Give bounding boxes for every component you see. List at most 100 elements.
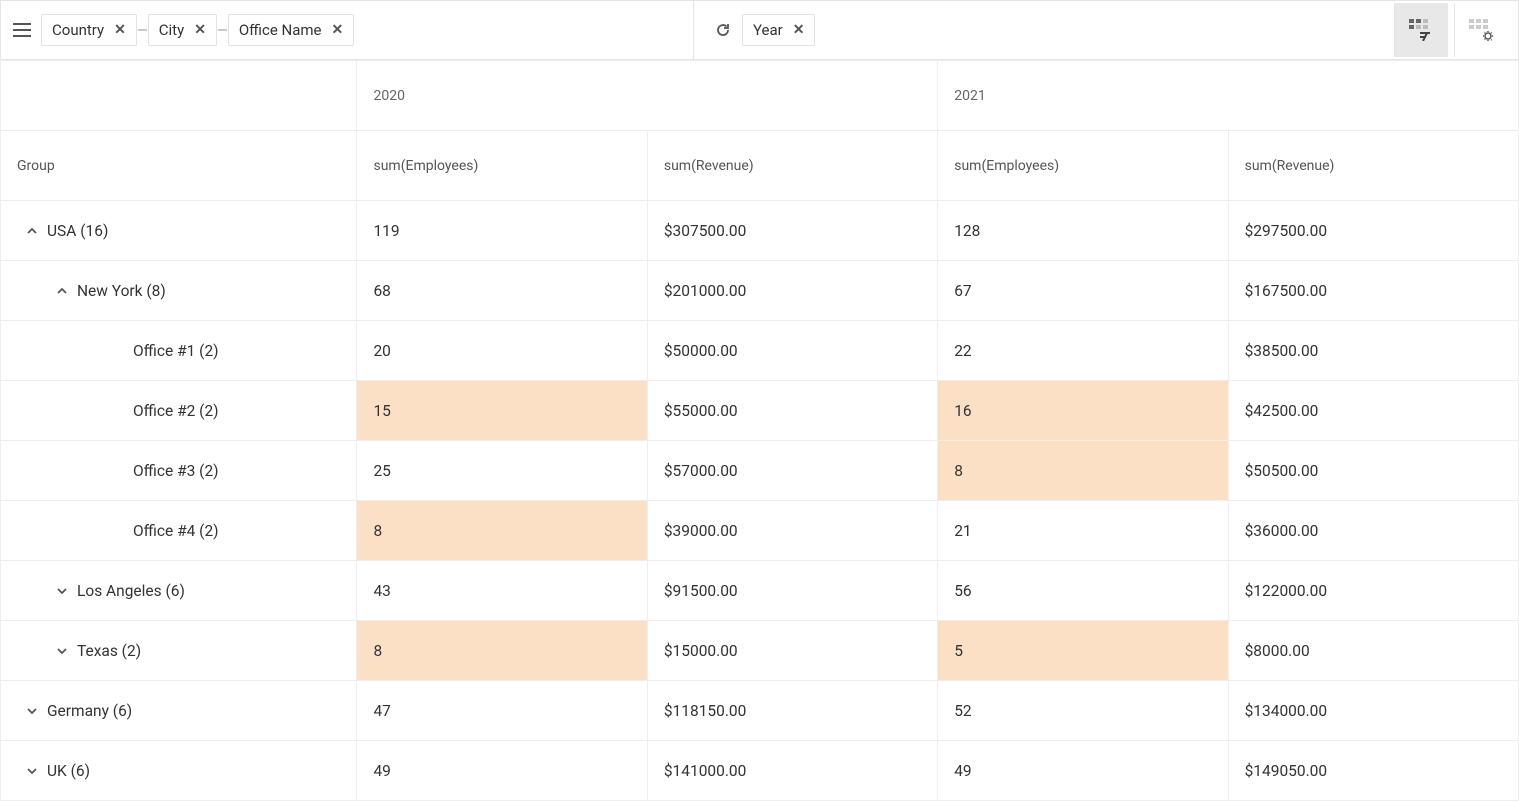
chevron-down-icon[interactable]	[25, 704, 39, 718]
row-dim-chip[interactable]: City ✕	[148, 14, 217, 46]
value-cell: 43	[357, 561, 647, 621]
row-dim-chip[interactable]: Office Name ✕	[228, 14, 354, 46]
metric-header-emp-2021[interactable]: sum(Employees)	[938, 131, 1228, 201]
chevron-down-icon[interactable]	[25, 764, 39, 778]
table-row: Office #3 (2) 25$57000.008$50500.00	[1, 441, 1519, 501]
table-row: Office #2 (2) 15$55000.0016$42500.00	[1, 381, 1519, 441]
group-cell[interactable]: Germany (6)	[1, 681, 357, 741]
value-cell: $149050.00	[1228, 741, 1518, 801]
group-cell: Office #3 (2)	[1, 441, 357, 501]
filter-grid-button[interactable]	[1394, 3, 1448, 57]
col-dimensions-area: Year ✕	[693, 1, 1394, 59]
pivot-toolbar: Country ✕ — City ✕ — Office Name ✕ Year ✕	[0, 0, 1519, 60]
refresh-icon[interactable]	[712, 19, 734, 41]
value-cell: $201000.00	[647, 261, 937, 321]
table-row: USA (16) 119$307500.00128$297500.00	[1, 201, 1519, 261]
value-cell: 49	[938, 741, 1228, 801]
metric-header-rev-2021[interactable]: sum(Revenue)	[1228, 131, 1518, 201]
chip-label: City	[159, 21, 184, 39]
group-label: Office #1 (2)	[133, 342, 219, 360]
close-icon[interactable]: ✕	[194, 22, 206, 38]
year-header-row: 2020 2021	[1, 61, 1519, 131]
table-row: New York (8)68$201000.0067$167500.00	[1, 261, 1519, 321]
close-icon[interactable]: ✕	[114, 22, 126, 38]
group-cell[interactable]: UK (6)	[1, 741, 357, 801]
value-cell: 25	[357, 441, 647, 501]
group-label: Germany (6)	[47, 702, 132, 720]
chip-separator: —	[217, 23, 228, 39]
settings-grid-button[interactable]	[1454, 3, 1508, 57]
value-cell: $50000.00	[647, 321, 937, 381]
value-cell: $297500.00	[1228, 201, 1518, 261]
value-cell: $134000.00	[1228, 681, 1518, 741]
value-cell: 67	[938, 261, 1228, 321]
pivot-table: 2020 2021 Group sum(Employees) sum(Reven…	[0, 60, 1519, 801]
group-label: Los Angeles (6)	[77, 582, 185, 600]
group-label: Office #4 (2)	[133, 522, 219, 540]
value-cell: $50500.00	[1228, 441, 1518, 501]
value-cell: 128	[938, 201, 1228, 261]
group-cell: Office #1 (2)	[1, 321, 357, 381]
value-cell: 22	[938, 321, 1228, 381]
value-cell: $42500.00	[1228, 381, 1518, 441]
value-cell: 56	[938, 561, 1228, 621]
value-cell: $141000.00	[647, 741, 937, 801]
chevron-up-icon[interactable]	[25, 224, 39, 238]
value-cell: 5	[938, 621, 1228, 681]
chip-separator: —	[137, 23, 148, 39]
col-dim-chip[interactable]: Year ✕	[742, 14, 815, 46]
chevron-down-icon[interactable]	[55, 584, 69, 598]
value-cell: 68	[357, 261, 647, 321]
group-header[interactable]: Group	[1, 131, 357, 201]
table-row: UK (6)49$141000.0049$149050.00	[1, 741, 1519, 801]
table-row: Office #1 (2) 20$50000.0022$38500.00	[1, 321, 1519, 381]
metric-header-rev-2020[interactable]: sum(Revenue)	[647, 131, 937, 201]
value-cell: 49	[357, 741, 647, 801]
chevron-up-icon[interactable]	[55, 284, 69, 298]
value-cell: $118150.00	[647, 681, 937, 741]
value-cell: 16	[938, 381, 1228, 441]
close-icon[interactable]: ✕	[331, 22, 343, 38]
value-cell: 20	[357, 321, 647, 381]
value-cell: $307500.00	[647, 201, 937, 261]
group-cell[interactable]: New York (8)	[1, 261, 357, 321]
value-cell: 8	[357, 501, 647, 561]
value-cell: 47	[357, 681, 647, 741]
value-cell: 8	[938, 441, 1228, 501]
header-blank	[1, 61, 357, 131]
value-cell: $8000.00	[1228, 621, 1518, 681]
value-cell: $91500.00	[647, 561, 937, 621]
row-dimensions-area: Country ✕ — City ✕ — Office Name ✕	[11, 14, 693, 46]
chip-label: Office Name	[239, 21, 322, 39]
chip-label: Year	[753, 21, 783, 39]
table-row: Germany (6) 47$118150.0052$134000.00	[1, 681, 1519, 741]
value-cell: $57000.00	[647, 441, 937, 501]
toolbar-actions	[1394, 3, 1508, 57]
group-cell[interactable]: USA (16)	[1, 201, 357, 261]
group-cell[interactable]: Texas (2)	[1, 621, 357, 681]
value-cell: $39000.00	[647, 501, 937, 561]
year-header-2020[interactable]: 2020	[357, 61, 938, 131]
value-cell: 52	[938, 681, 1228, 741]
year-header-2021[interactable]: 2021	[938, 61, 1519, 131]
chip-label: Country	[52, 21, 104, 39]
group-cell[interactable]: Los Angeles (6)	[1, 561, 357, 621]
group-label: Office #2 (2)	[133, 402, 219, 420]
value-cell: 119	[357, 201, 647, 261]
close-icon[interactable]: ✕	[793, 22, 805, 38]
metric-header-emp-2020[interactable]: sum(Employees)	[357, 131, 647, 201]
metric-header-row: Group sum(Employees) sum(Revenue) sum(Em…	[1, 131, 1519, 201]
group-label: Texas (2)	[77, 642, 141, 660]
table-row: Office #4 (2)8$39000.0021$36000.00	[1, 501, 1519, 561]
group-label: Office #3 (2)	[133, 462, 219, 480]
chevron-down-icon[interactable]	[55, 644, 69, 658]
group-cell: Office #2 (2)	[1, 381, 357, 441]
value-cell: 15	[357, 381, 647, 441]
group-label: New York (8)	[77, 282, 166, 300]
value-cell: $36000.00	[1228, 501, 1518, 561]
value-cell: $38500.00	[1228, 321, 1518, 381]
value-cell: $55000.00	[647, 381, 937, 441]
hamburger-icon[interactable]	[11, 19, 33, 41]
row-dim-chip[interactable]: Country ✕	[41, 14, 137, 46]
group-label: USA (16)	[47, 222, 108, 240]
